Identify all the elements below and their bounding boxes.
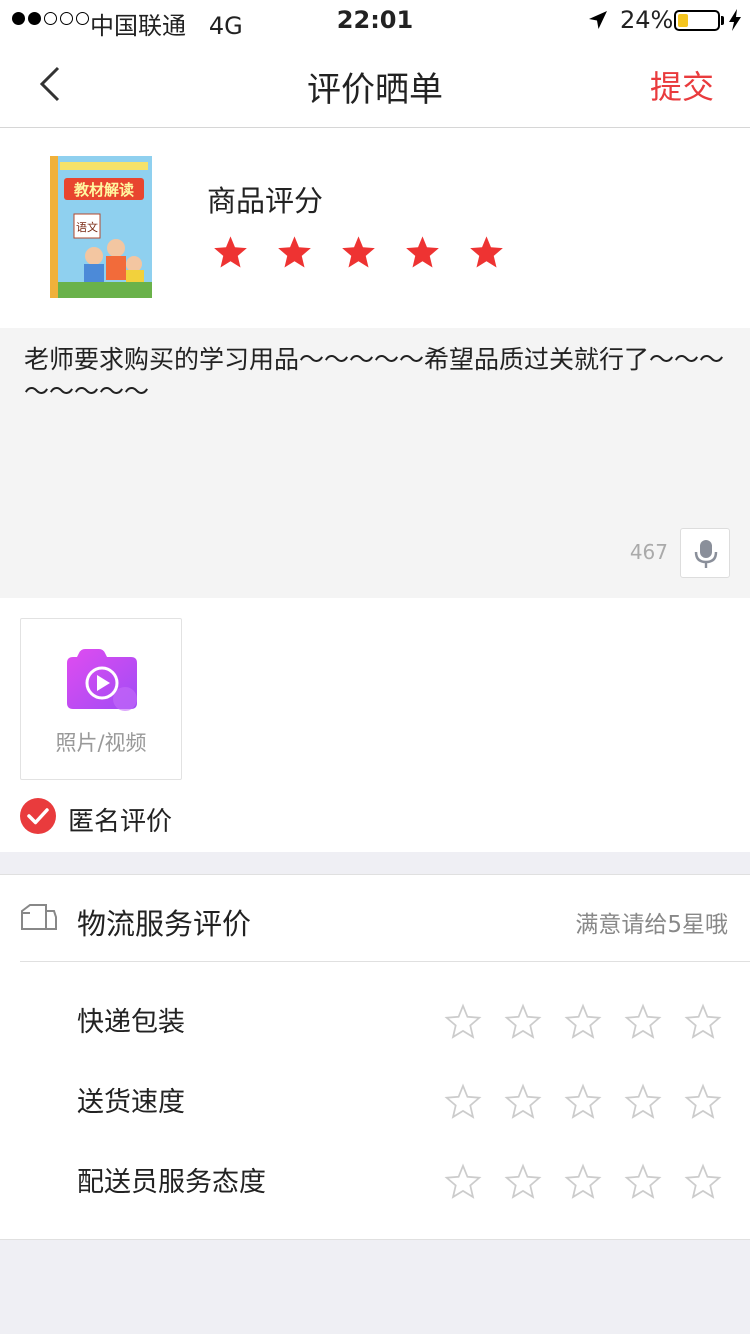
logistics-hint: 满意请给5星哦 [575, 912, 728, 938]
anonymous-checkbox-icon[interactable] [20, 798, 56, 834]
star-outline-icon[interactable] [624, 1003, 662, 1041]
nav-bar: 评价晒单 提交 [0, 40, 750, 128]
star-outline-icon[interactable] [624, 1083, 662, 1121]
service-row-delivery-speed: 送货速度 [0, 1083, 750, 1163]
comment-input-area[interactable]: 老师要求购买的学习用品～～～～～希望品质过关就行了～～～～～～～～ 467 [0, 328, 750, 598]
anonymous-label[interactable]: 匿名评价 [68, 801, 172, 838]
star-outline-icon[interactable] [504, 1163, 542, 1201]
service-row-packaging: 快递包装 [0, 1003, 750, 1083]
star-outline-icon[interactable] [684, 1083, 722, 1121]
submit-button[interactable]: 提交 [650, 62, 714, 108]
product-star-3-icon[interactable] [340, 234, 377, 271]
star-outline-icon[interactable] [564, 1003, 602, 1041]
logistics-title: 物流服务评价 [77, 907, 252, 941]
comment-text[interactable]: 老师要求购买的学习用品～～～～～希望品质过关就行了～～～～～～～～ [24, 344, 730, 408]
star-outline-icon[interactable] [564, 1163, 602, 1201]
battery-percent: 24% [620, 6, 674, 34]
battery-icon [674, 10, 720, 31]
page-title: 评价晒单 [307, 70, 443, 110]
product-star-1-icon[interactable] [212, 234, 249, 271]
truck-icon [21, 904, 57, 930]
star-outline-icon[interactable] [444, 1163, 482, 1201]
star-outline-icon[interactable] [684, 1163, 722, 1201]
service-rating-stars[interactable] [444, 1083, 722, 1121]
status-bar: 中国联通 4G 22:01 24% [0, 0, 750, 40]
star-outline-icon[interactable] [564, 1083, 602, 1121]
product-image-subtitle: 语文 [76, 220, 98, 234]
service-row-courier-attitude: 配送员服务态度 [0, 1163, 750, 1243]
star-outline-icon[interactable] [444, 1003, 482, 1041]
product-rating-stars[interactable] [212, 234, 505, 271]
battery-fill [678, 14, 689, 27]
star-outline-icon[interactable] [504, 1083, 542, 1121]
battery-cap [721, 16, 724, 25]
product-star-2-icon[interactable] [276, 234, 313, 271]
charging-bolt-icon [729, 9, 741, 31]
photo-video-upload-button[interactable]: 照片/视频 [20, 618, 182, 780]
product-image-title: 教材解读 [73, 181, 134, 199]
product-star-4-icon[interactable] [404, 234, 441, 271]
char-count: 467 [629, 540, 668, 564]
star-outline-icon[interactable] [684, 1003, 722, 1041]
camera-video-icon [67, 649, 137, 711]
voice-input-button[interactable] [680, 528, 730, 578]
location-arrow-icon [589, 11, 607, 29]
service-label: 快递包装 [77, 1007, 185, 1038]
service-label: 配送员服务态度 [77, 1167, 266, 1198]
product-rating-section: 教材解读 语文 商品评分 [0, 128, 750, 328]
media-section: 照片/视频 匿名评价 [0, 598, 750, 852]
product-star-5-icon[interactable] [468, 234, 505, 271]
logistics-rating-section: 物流服务评价 满意请给5星哦 快递包装 送货速度 配送员服务态度 [0, 874, 750, 1240]
microphone-icon [694, 540, 718, 568]
product-image: 教材解读 语文 [50, 156, 152, 298]
divider [20, 961, 750, 962]
upload-label: 照片/视频 [55, 731, 147, 755]
star-outline-icon[interactable] [504, 1003, 542, 1041]
star-outline-icon[interactable] [444, 1083, 482, 1121]
product-rating-label: 商品评分 [207, 184, 324, 218]
service-rating-stars[interactable] [444, 1163, 722, 1201]
service-rating-stars[interactable] [444, 1003, 722, 1041]
star-outline-icon[interactable] [624, 1163, 662, 1201]
service-label: 送货速度 [77, 1087, 185, 1118]
